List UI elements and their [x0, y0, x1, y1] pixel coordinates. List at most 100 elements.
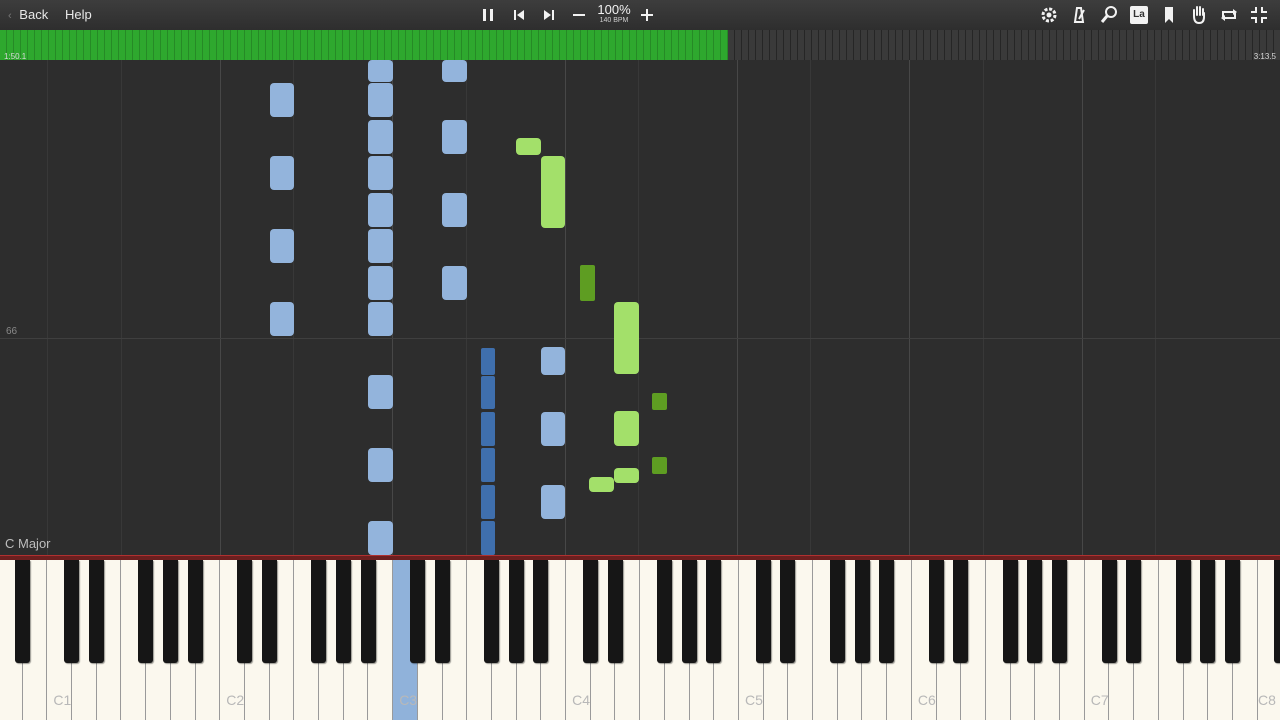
black-key[interactable] [928, 560, 944, 663]
gridline [565, 60, 566, 555]
help-button[interactable]: Help [65, 0, 92, 30]
song-progress-bar[interactable] [0, 30, 1280, 60]
black-key[interactable] [434, 560, 450, 663]
black-key[interactable] [162, 560, 178, 663]
left-hand-note [541, 347, 565, 375]
zoom-percent: 100% [597, 2, 631, 17]
exit-fullscreen-icon[interactable] [1248, 4, 1270, 26]
black-key[interactable] [755, 560, 771, 663]
octave-label: C3 [399, 692, 418, 708]
gridline [983, 60, 984, 555]
octave-label: C7 [1090, 692, 1109, 708]
black-key[interactable] [484, 560, 499, 663]
right-hand-note [516, 138, 541, 155]
bookmark-icon[interactable] [1158, 4, 1180, 26]
black-key[interactable] [780, 560, 796, 663]
octave-label: C1 [53, 692, 72, 708]
black-key[interactable] [138, 560, 154, 663]
black-key[interactable] [187, 560, 203, 663]
black-key[interactable] [829, 560, 845, 663]
octave-label: C6 [917, 692, 936, 708]
black-key[interactable] [1126, 560, 1142, 663]
left-hand-note [368, 448, 393, 482]
left-hand-note [368, 521, 393, 555]
left-hand-note [442, 193, 467, 227]
left-hand-note [368, 375, 393, 409]
right-hand-note [589, 477, 614, 492]
right-hand-note [652, 457, 667, 474]
gridline [47, 60, 48, 555]
piano-keyboard[interactable] [0, 560, 1280, 720]
gridline [810, 60, 811, 555]
zoom-out-icon[interactable] [568, 4, 590, 26]
left-hand-note [368, 60, 393, 82]
next-icon[interactable] [538, 4, 560, 26]
black-key[interactable] [854, 560, 870, 663]
black-key[interactable] [582, 560, 598, 663]
black-key[interactable] [360, 560, 376, 663]
black-key[interactable] [1027, 560, 1043, 663]
right-hand-note [652, 393, 667, 410]
metronome-icon[interactable] [1068, 4, 1090, 26]
hand-icon[interactable] [1188, 4, 1210, 26]
left-hand-note [368, 302, 393, 336]
search-icon[interactable] [1098, 4, 1120, 26]
left-hand-note [270, 229, 294, 263]
left-hand-note [368, 229, 393, 263]
black-key[interactable] [261, 560, 277, 663]
octave-label: C8 [1258, 692, 1276, 708]
black-key[interactable] [953, 560, 969, 663]
label-icon[interactable]: La [1128, 4, 1150, 26]
black-key[interactable] [508, 560, 524, 663]
black-key[interactable] [88, 560, 104, 663]
black-key[interactable] [533, 560, 549, 663]
left-hand-note [481, 485, 495, 519]
gridline [220, 60, 221, 555]
previous-icon[interactable] [508, 4, 530, 26]
black-key[interactable] [64, 560, 80, 663]
loop-icon[interactable] [1218, 4, 1240, 26]
black-key[interactable] [1225, 560, 1240, 663]
black-key[interactable] [1101, 560, 1117, 663]
right-hand-note [614, 411, 639, 446]
gridline [1082, 60, 1083, 555]
left-hand-note [270, 302, 294, 336]
black-key[interactable] [1002, 560, 1018, 663]
black-key[interactable] [409, 560, 425, 663]
left-hand-note [442, 266, 467, 300]
black-key[interactable] [14, 560, 30, 663]
left-hand-note [442, 120, 467, 154]
black-key[interactable] [1274, 560, 1280, 663]
black-key[interactable] [706, 560, 722, 663]
black-key[interactable] [335, 560, 351, 663]
left-hand-note [481, 376, 495, 409]
zoom-in-icon[interactable] [636, 4, 658, 26]
black-key[interactable] [311, 560, 327, 663]
black-key[interactable] [237, 560, 252, 663]
black-key[interactable] [607, 560, 623, 663]
left-hand-note [270, 83, 294, 117]
piano-roll: 66 C Major [0, 60, 1280, 555]
left-hand-note [481, 348, 495, 375]
octave-label: C2 [226, 692, 245, 708]
left-hand-note [368, 156, 393, 190]
left-hand-note [368, 266, 393, 300]
back-button[interactable]: ‹ Back [8, 0, 48, 30]
black-key[interactable] [1052, 560, 1068, 663]
left-hand-note [481, 412, 495, 446]
gridline [121, 60, 122, 555]
settings-icon[interactable] [1038, 4, 1060, 26]
back-label: Back [19, 7, 49, 22]
progress-fill [0, 30, 729, 60]
black-key[interactable] [681, 560, 697, 663]
gridline [737, 60, 738, 555]
left-hand-note [368, 83, 393, 117]
black-key[interactable] [656, 560, 672, 663]
black-key[interactable] [1175, 560, 1191, 663]
left-hand-note [442, 60, 467, 82]
black-key[interactable] [879, 560, 895, 663]
left-hand-note [541, 412, 565, 446]
right-hand-note [614, 468, 639, 483]
black-key[interactable] [1200, 560, 1216, 663]
pause-icon[interactable] [477, 4, 499, 26]
